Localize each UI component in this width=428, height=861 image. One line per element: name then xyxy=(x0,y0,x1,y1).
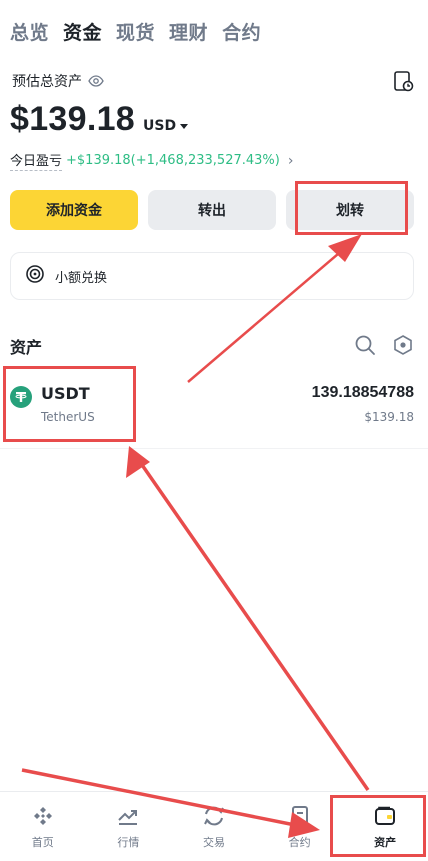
arrowhead-asset xyxy=(126,446,150,478)
tab-funding[interactable]: 资金 xyxy=(63,18,102,45)
asset-name: TetherUS xyxy=(41,410,95,424)
estimated-total-label: 预估总资产 xyxy=(12,74,82,90)
nav-assets-label: 资产 xyxy=(374,836,397,849)
asset-value: $139.18 xyxy=(364,410,414,424)
nav-assets[interactable]: 资产 xyxy=(342,792,428,861)
tab-spot[interactable]: 现货 xyxy=(116,18,155,45)
asset-symbol: USDT xyxy=(41,384,90,403)
tab-overview[interactable]: 总览 xyxy=(10,18,49,45)
nav-futures-label: 合约 xyxy=(288,836,311,849)
nav-markets[interactable]: 行情 xyxy=(86,792,172,861)
small-exchange-label: 小额兑换 xyxy=(55,270,108,286)
nav-trade-label: 交易 xyxy=(202,836,225,849)
nav-markets-label: 行情 xyxy=(117,836,140,849)
search-icon[interactable] xyxy=(354,334,376,356)
trade-icon xyxy=(202,804,226,828)
pnl-row[interactable]: 今日盈亏 +$139.18(+1,468,233,527.43%) › xyxy=(10,150,293,171)
currency-label: USD xyxy=(143,118,177,134)
withdraw-button[interactable]: 转出 xyxy=(148,190,276,230)
tab-earn[interactable]: 理财 xyxy=(169,18,208,45)
nav-home-label: 首页 xyxy=(31,836,54,849)
balance-row: $139.18 USD xyxy=(10,100,189,139)
home-icon xyxy=(31,804,55,828)
nav-trade[interactable]: 交易 xyxy=(171,792,257,861)
add-funds-button[interactable]: 添加资金 xyxy=(10,190,138,230)
history-icon[interactable] xyxy=(392,70,414,92)
tab-futures[interactable]: 合约 xyxy=(222,18,261,45)
pnl-label: 今日盈亏 xyxy=(10,150,63,171)
wallet-icon xyxy=(373,804,397,828)
pnl-value: +$139.18(+1,468,233,527.43%) xyxy=(66,153,280,168)
futures-icon xyxy=(288,804,312,828)
nav-futures[interactable]: 合约 xyxy=(257,792,343,861)
total-balance: $139.18 xyxy=(10,100,136,138)
transfer-button[interactable]: 划转 xyxy=(286,190,414,230)
assets-title: 资产 xyxy=(10,338,43,357)
caret-down-icon xyxy=(180,123,189,129)
asset-row-usdt[interactable]: USDT TetherUS 139.18854788 $139.18 xyxy=(10,378,414,440)
small-exchange-card[interactable]: 小额兑换 xyxy=(10,252,414,300)
estimated-row: 预估总资产 xyxy=(12,71,104,91)
nav-home[interactable]: 首页 xyxy=(0,792,86,861)
top-tabs: 总览 资金 现货 理财 合约 xyxy=(10,18,261,45)
bottom-nav: 首页 行情 交易 合约 资产 xyxy=(0,791,428,861)
arrow-to-asset xyxy=(138,461,370,791)
settings-hex-icon[interactable] xyxy=(392,334,414,356)
chevron-right-icon[interactable]: › xyxy=(288,153,294,169)
usdt-icon xyxy=(10,386,32,408)
convert-icon xyxy=(25,264,45,288)
eye-icon[interactable] xyxy=(88,73,104,89)
divider xyxy=(0,448,428,449)
currency-selector[interactable]: USD xyxy=(143,118,189,134)
asset-amount: 139.18854788 xyxy=(311,384,414,401)
markets-icon xyxy=(116,804,140,828)
